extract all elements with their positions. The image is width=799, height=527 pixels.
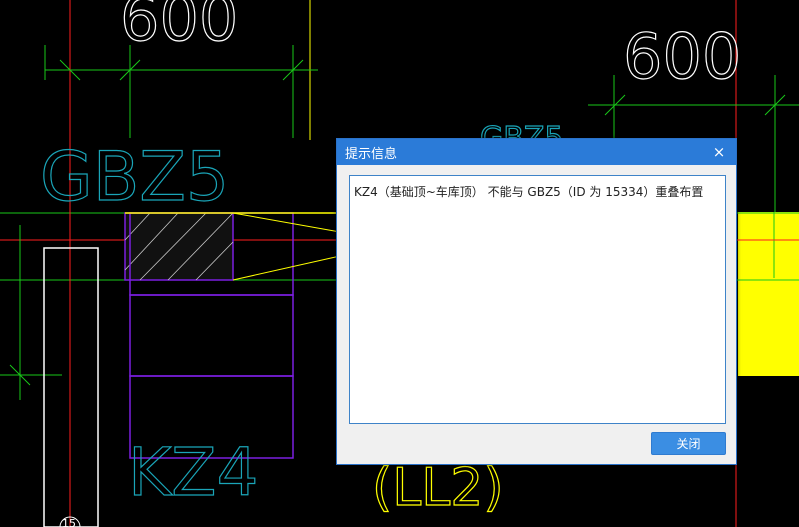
close-icon[interactable]: × <box>710 143 728 161</box>
yellow-leader-1 <box>232 212 341 233</box>
dim-text-top-left: 600 <box>120 0 238 55</box>
axis-marker-label: 15 <box>62 517 76 527</box>
yellow-leader-2 <box>232 255 341 281</box>
wall-label-left: GBZ5 <box>40 138 229 217</box>
close-button[interactable]: 关闭 <box>651 432 726 455</box>
column-outline-mid <box>129 294 294 377</box>
dialog-title: 提示信息 <box>345 146 398 162</box>
message-box[interactable]: KZ4（基础顶~车库顶） 不能与 GBZ5（ID 为 15334）重叠布置 <box>349 175 726 424</box>
column-label: KZ4 <box>128 434 259 511</box>
dim-text-top-right: 600 <box>623 20 741 93</box>
message-text: KZ4（基础顶~车库顶） 不能与 GBZ5（ID 为 15334）重叠布置 <box>354 185 704 199</box>
beam-label: (LL2) <box>372 458 504 518</box>
info-dialog: 提示信息 × KZ4（基础顶~车库顶） 不能与 GBZ5（ID 为 15334）… <box>336 138 737 465</box>
dialog-titlebar[interactable]: 提示信息 × <box>337 139 736 165</box>
wall-left-outline <box>43 247 99 527</box>
highlight-block-right <box>738 212 799 376</box>
